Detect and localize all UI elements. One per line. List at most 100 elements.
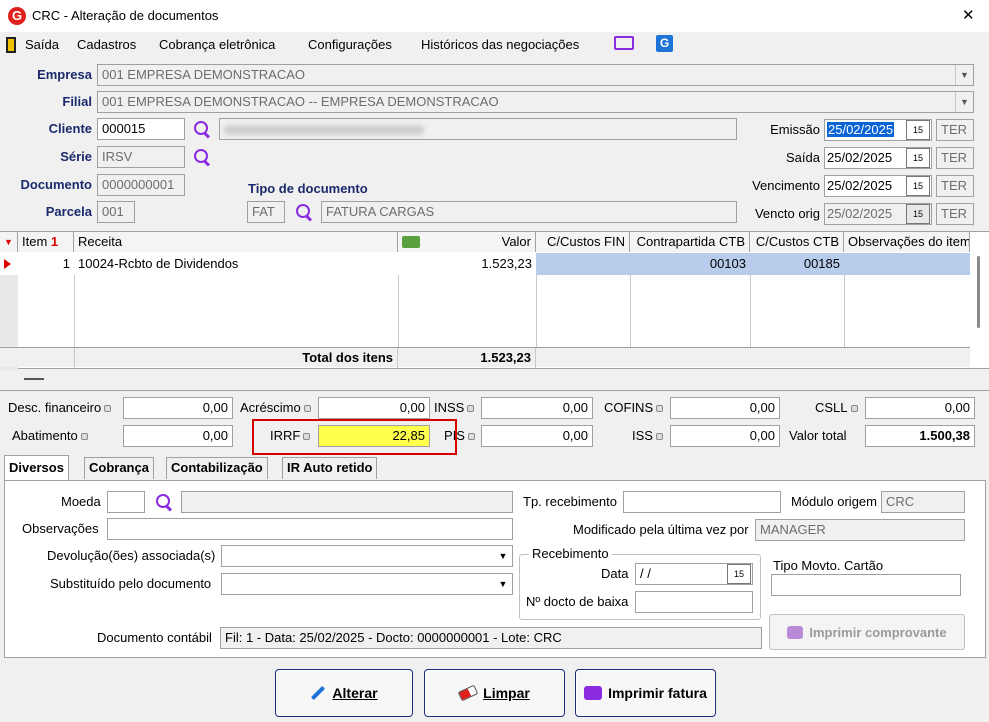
cliente-label: Cliente — [48, 121, 92, 136]
scrollbar-thumb[interactable] — [977, 256, 980, 328]
cliente-input[interactable]: 000015 — [97, 118, 185, 140]
col-item[interactable]: Item 1 — [18, 232, 74, 252]
tipo-movto-input[interactable] — [771, 574, 961, 596]
cell-item: 1 — [62, 256, 70, 271]
serie-input[interactable]: IRSV — [97, 146, 185, 168]
cell-ccustos-ctb: 00185 — [750, 253, 844, 275]
chevron-down-icon[interactable]: ▼ — [494, 546, 512, 566]
grid-scrollbar[interactable] — [972, 252, 986, 347]
monitor-icon[interactable] — [614, 36, 634, 50]
grid-line — [630, 275, 631, 347]
abatimento-label: Abatimento — [12, 425, 88, 447]
documento-label: Documento — [20, 177, 93, 192]
menu-saida[interactable]: Saída — [25, 36, 59, 54]
empresa-label: Empresa — [37, 67, 92, 82]
pis-label: PIS — [444, 425, 475, 447]
chevron-down-icon[interactable]: ▼ — [955, 65, 973, 85]
filial-select[interactable]: 001 EMPRESA DEMONSTRACAO -- EMPRESA DEMO… — [97, 91, 974, 113]
splitter-handle[interactable] — [24, 378, 44, 380]
menu-configuracoes[interactable]: Configurações — [308, 36, 392, 54]
documento-input[interactable]: 0000000001 — [97, 174, 185, 196]
docto-baixa-input[interactable] — [635, 591, 753, 613]
items-grid[interactable]: ▼ Item 1 Receita Valor C/Custos FIN Cont… — [0, 231, 989, 370]
devolucao-label: Devolução(ões) associada(s) — [47, 548, 216, 563]
printer-icon — [787, 625, 804, 639]
observacoes-label: Observações — [22, 521, 99, 536]
row-indicator-header: ▼ — [0, 232, 18, 252]
eraser-icon — [457, 684, 479, 702]
moeda-desc-field — [181, 491, 513, 513]
grid-col-lines — [0, 275, 970, 347]
col-ccustos-ctb[interactable]: C/Custos CTB — [750, 232, 844, 252]
parcela-input[interactable]: 001 — [97, 201, 135, 223]
alterar-button[interactable]: Alterar — [275, 669, 413, 717]
moeda-search-icon[interactable] — [155, 493, 173, 511]
col-contrapartida[interactable]: Contrapartida CTB — [630, 232, 750, 252]
acrescimo-input[interactable]: 0,00 — [318, 397, 430, 419]
col-valor[interactable]: Valor — [398, 232, 536, 252]
csll-text: CSLL — [815, 400, 848, 415]
acrescimo-text: Acréscimo — [240, 400, 301, 415]
tipo-doc-desc-field: FATURA CARGAS — [321, 201, 737, 223]
inss-input[interactable]: 0,00 — [481, 397, 593, 419]
abatimento-input[interactable]: 0,00 — [123, 425, 233, 447]
iss-input[interactable]: 0,00 — [670, 425, 780, 447]
lock-icon — [467, 433, 475, 441]
tipo-doc-code-input[interactable]: FAT — [247, 201, 285, 223]
col-item-label: Item — [22, 234, 48, 249]
serie-label: Série — [60, 149, 92, 164]
tp-recebimento-input[interactable] — [623, 491, 781, 513]
tab-diversos[interactable]: Diversos — [4, 455, 69, 481]
tab-contabilizacao[interactable]: Contabilização — [166, 457, 268, 479]
cliente-search-icon[interactable] — [193, 120, 211, 138]
cell-receita: 10024-Rcbto de Dividendos — [78, 256, 239, 271]
devolucao-select[interactable]: ▼ — [221, 545, 513, 567]
menu-cadastros[interactable]: Cadastros — [77, 36, 136, 54]
menu-cobranca-eletronica[interactable]: Cobrança eletrônica — [159, 36, 275, 54]
table-row[interactable]: 1 10024-Rcbto de Dividendos 1.523,23 001… — [0, 253, 970, 275]
calendar-icon[interactable]: 15 — [906, 204, 930, 224]
tipo-doc-search-icon[interactable] — [295, 203, 313, 221]
imprimir-fatura-button[interactable]: Imprimir fatura — [575, 669, 716, 717]
printer-icon — [584, 686, 603, 700]
calendar-icon[interactable]: 15 — [906, 148, 930, 168]
tab-cobranca[interactable]: Cobrança — [84, 457, 154, 479]
serie-search-icon[interactable] — [193, 148, 211, 166]
tab-ir-auto-retido[interactable]: IR Auto retido — [282, 457, 378, 479]
menu-historicos[interactable]: Históricos das negociações — [421, 36, 579, 54]
grid-line — [750, 275, 751, 347]
csll-input[interactable]: 0,00 — [865, 397, 975, 419]
modulo-origem-label: Módulo origem — [791, 494, 877, 509]
pis-input[interactable]: 0,00 — [481, 425, 593, 447]
cell-ccustos-fin — [536, 253, 630, 275]
irrf-input[interactable]: 22,85 — [318, 425, 430, 447]
close-icon[interactable]: ✕ — [962, 7, 975, 25]
imprimir-comprovante-button[interactable]: Imprimir comprovante — [769, 614, 965, 650]
cofins-label: COFINS — [604, 397, 664, 419]
col-observacoes[interactable]: Observações do item — [844, 232, 970, 252]
calendar-icon[interactable]: 15 — [906, 176, 930, 196]
chevron-down-icon[interactable]: ▼ — [494, 574, 512, 594]
calendar-icon[interactable]: 15 — [727, 564, 751, 584]
empresa-select[interactable]: 001 EMPRESA DEMONSTRACAO ▼ — [97, 64, 974, 86]
substituido-select[interactable]: ▼ — [221, 573, 513, 595]
modificado-label: Modificado pela última vez por — [573, 522, 749, 537]
cell-valor: 1.523,23 — [481, 256, 532, 271]
vencimento-label: Vencimento — [752, 178, 820, 193]
cofins-input[interactable]: 0,00 — [670, 397, 780, 419]
observacoes-input[interactable] — [107, 518, 513, 540]
brand-g-icon[interactable]: G — [656, 35, 673, 52]
iss-text: ISS — [632, 428, 653, 443]
chevron-down-icon[interactable]: ▼ — [955, 92, 973, 112]
emissao-value: 25/02/2025 — [827, 122, 895, 137]
docto-baixa-label: Nº docto de baixa — [526, 594, 629, 609]
col-receita[interactable]: Receita — [74, 232, 398, 252]
col-ccustos-fin[interactable]: C/Custos FIN — [536, 232, 630, 252]
moeda-input[interactable] — [107, 491, 145, 513]
total-value: 1.523,23 — [398, 348, 536, 368]
money-icon — [402, 236, 420, 248]
limpar-button[interactable]: Limpar — [424, 669, 565, 717]
desc-fin-input[interactable]: 0,00 — [123, 397, 233, 419]
calendar-icon[interactable]: 15 — [906, 120, 930, 140]
app-logo-icon: G — [8, 7, 26, 25]
